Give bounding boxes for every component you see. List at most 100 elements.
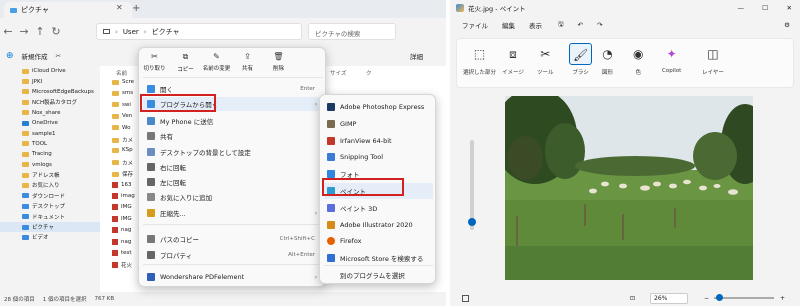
zoom-level[interactable]: 26% [650, 292, 688, 304]
file-item[interactable]: swi [112, 102, 131, 108]
fit-icon[interactable]: ⊡ [630, 295, 635, 302]
file-item[interactable]: nag [112, 238, 131, 245]
column-type[interactable]: ク [366, 69, 372, 77]
cut-icon[interactable]: ✂ [56, 52, 61, 60]
submenu-item-firefox[interactable]: Firefox [324, 233, 433, 249]
zoom-slider[interactable] [714, 294, 774, 301]
delete-button[interactable]: 🗑 削除 [263, 48, 294, 76]
sidebar-item[interactable]: デスクトップ [0, 201, 100, 211]
submenu-item-photoshop-express[interactable]: Adobe Photoshop Express [324, 99, 433, 115]
file-item[interactable]: Wo [112, 125, 130, 131]
submenu-item-choose-another[interactable]: 別のプログラムを選択 [324, 267, 433, 283]
refresh-icon[interactable]: ↻ [48, 25, 64, 38]
file-item[interactable]: カメ [112, 136, 133, 144]
sidebar-item[interactable]: MicrosoftEdgeBackups [0, 87, 100, 97]
file-item[interactable]: imag [112, 193, 135, 199]
settings-icon[interactable]: ⚙ [784, 21, 790, 29]
explorer-tab[interactable]: ピクチャ [4, 2, 132, 18]
redo-icon[interactable]: ↷ [597, 21, 602, 29]
ribbon-copilot-button[interactable]: ✦ Copilot [662, 43, 681, 74]
breadcrumb-user[interactable]: User [123, 28, 139, 36]
ribbon-layers-button[interactable]: ◫ レイヤー [702, 43, 724, 76]
sidebar-item[interactable]: アドレス帳 [0, 170, 100, 180]
file-item[interactable]: IMG [112, 204, 132, 211]
undo-icon[interactable]: ↶ [578, 21, 583, 29]
sidebar-item[interactable]: ビデオ [0, 232, 100, 242]
close-icon[interactable]: ✕ [787, 4, 792, 12]
canvas-image[interactable] [505, 96, 753, 280]
file-item[interactable]: 163 [112, 181, 132, 188]
address-bar[interactable]: › User › ピクチャ [96, 23, 302, 40]
submenu-item-snipping-tool[interactable]: Snipping Tool [324, 149, 433, 165]
file-item[interactable]: 花火 [112, 261, 132, 269]
cut-button[interactable]: ✂ 切り取り [139, 48, 170, 76]
zoom-out-icon[interactable]: − [704, 295, 709, 302]
ribbon-shapes-button[interactable]: ◔ 図形 [602, 43, 613, 76]
sidebar-item[interactable]: sample1 [0, 128, 100, 138]
copy-button[interactable]: ⧉ コピー [170, 48, 201, 76]
sidebar-item[interactable]: iCloud Drive [0, 66, 100, 76]
column-name[interactable]: 名前 [116, 69, 127, 77]
breadcrumb-pictures[interactable]: ピクチャ [152, 27, 180, 37]
save-icon[interactable]: 🖫 [558, 20, 564, 31]
minimize-icon[interactable]: — [738, 4, 745, 12]
ribbon-tools-button[interactable]: ✂ ツール [537, 43, 554, 76]
sidebar-item[interactable]: ピクチャ [0, 221, 100, 233]
sidebar-item[interactable]: OneDrive [0, 118, 100, 128]
sidebar-item[interactable]: JPKI [0, 76, 100, 86]
menu-view[interactable]: 表示 [529, 20, 542, 30]
column-size[interactable]: サイズ [330, 69, 346, 77]
menu-item-pdfelement[interactable]: Wondershare PDFelement › [143, 270, 323, 284]
menu-item-send-to-phone[interactable]: My Phone に送信 [143, 114, 323, 128]
search-input[interactable]: ピクチャの検索 [308, 23, 396, 40]
maximize-icon[interactable]: ☐ [762, 4, 768, 12]
sidebar-item[interactable]: NCH製品カタログ [0, 97, 100, 107]
sidebar-item[interactable]: Tracing [0, 149, 100, 159]
sidebar-item[interactable]: vmlogs [0, 160, 100, 170]
new-icon[interactable]: ⊕ [6, 51, 14, 61]
sidebar-item[interactable]: Nox_share [0, 108, 100, 118]
ribbon-brushes-button[interactable]: 🖌 ブラシ [569, 43, 593, 76]
zoom-in-icon[interactable]: + [780, 295, 785, 302]
ribbon-colors-button[interactable]: ◉ 色 [633, 43, 643, 76]
menu-item-set-desktop-bg[interactable]: デスクトップの背景として設定 [143, 145, 323, 159]
ribbon-selection-button[interactable]: ⬚ 選択した部分 [463, 43, 496, 76]
forward-icon[interactable]: → [16, 25, 32, 38]
submenu-item-paint-3d[interactable]: ペイント 3D [324, 200, 433, 216]
file-item[interactable]: nag [112, 227, 131, 234]
submenu-item-gimp[interactable]: GIMP [324, 116, 433, 132]
file-item[interactable]: Scre [112, 79, 134, 85]
menu-item-rotate-left[interactable]: 左に回転 [143, 175, 323, 189]
close-tab-icon[interactable]: ✕ [116, 3, 123, 12]
ribbon-image-button[interactable]: ⧈ イメージ [502, 43, 524, 76]
submenu-item-irfanview[interactable]: IrfanView 64-bit [324, 133, 433, 149]
rename-button[interactable]: ✎ 名前の変更 [201, 48, 232, 76]
up-icon[interactable]: ↑ [32, 25, 48, 38]
menu-item-add-favorite[interactable]: お気に入りに追加 [143, 190, 323, 204]
file-item[interactable]: IMG [112, 215, 132, 222]
new-tab-icon[interactable]: + [132, 3, 140, 14]
file-item[interactable]: KSp [112, 147, 133, 153]
sidebar-item[interactable]: お気に入り [0, 180, 100, 190]
back-icon[interactable]: ← [0, 25, 16, 38]
sidebar-item[interactable]: TOOL [0, 139, 100, 149]
submenu-item-store-search[interactable]: Microsoft Store を検索する [324, 250, 433, 266]
details-button[interactable]: 詳細 [410, 51, 423, 61]
share-button[interactable]: ⇪ 共有 [232, 48, 263, 76]
file-item[interactable]: Ven [112, 113, 132, 119]
file-item[interactable]: sms [112, 90, 133, 96]
new-button[interactable]: 新規作成 [22, 51, 48, 61]
brush-size-slider[interactable] [468, 140, 476, 230]
file-item[interactable]: カメ [112, 159, 133, 167]
sidebar-item[interactable]: ドキュメント [0, 211, 100, 221]
menu-item-compress-to[interactable]: 圧縮先... › [143, 206, 323, 220]
menu-edit[interactable]: 編集 [502, 20, 515, 30]
menu-file[interactable]: ファイル [462, 20, 488, 30]
submenu-item-illustrator[interactable]: Adobe Illustrator 2020 [324, 217, 433, 233]
file-item[interactable]: test [112, 250, 132, 256]
menu-item-share[interactable]: 共有 [143, 129, 323, 143]
menu-item-copy-path[interactable]: パスのコピー Ctrl+Shift+C [143, 232, 323, 246]
menu-item-rotate-right[interactable]: 右に回転 [143, 160, 323, 174]
file-item[interactable]: 保存 [112, 170, 133, 178]
sidebar-item[interactable]: ダウンロード [0, 191, 100, 201]
